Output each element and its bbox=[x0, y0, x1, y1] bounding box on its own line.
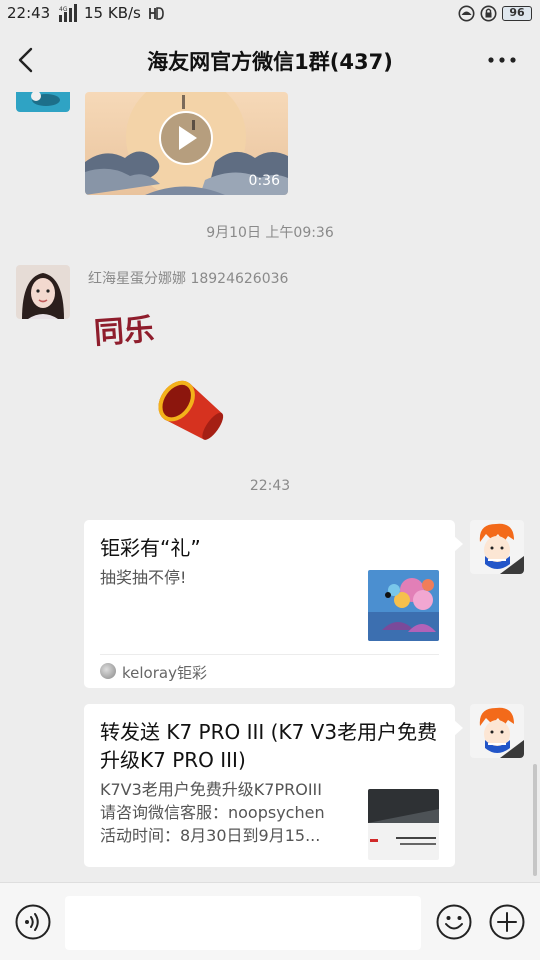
my-avatar[interactable] bbox=[470, 520, 524, 574]
status-bar: 22:43 4G 15 KB/s 96 bbox=[0, 0, 540, 28]
battery-level: 96 bbox=[502, 6, 532, 21]
video-message[interactable]: 0:36 bbox=[85, 92, 288, 195]
avatar-image bbox=[470, 704, 524, 758]
video-duration: 0:36 bbox=[248, 173, 280, 189]
avatar-image bbox=[16, 265, 70, 319]
message-list[interactable]: 0:36 9月10日 上午09:36 红海星蛋分娜娜 18924626036 同… bbox=[0, 92, 540, 882]
card-title: 转发送 K7 PRO III (K7 V3老用户免费升级K7 PRO III) bbox=[100, 720, 438, 772]
sticker-text: 同乐 bbox=[93, 312, 155, 351]
my-avatar[interactable] bbox=[470, 704, 524, 758]
card-thumbnail-image bbox=[368, 789, 439, 860]
status-time: 22:43 bbox=[7, 4, 51, 22]
card-description-line: K7V3老用户免费升级K7PROIII bbox=[100, 780, 322, 799]
bubble-tail bbox=[454, 536, 463, 552]
link-card[interactable]: 钜彩有“礼” 抽奖抽不停! keloray钜彩 bbox=[84, 520, 463, 688]
card-footer: keloray钜彩 bbox=[100, 654, 439, 688]
message-input[interactable] bbox=[65, 896, 421, 950]
sticker-message[interactable]: 同乐 bbox=[88, 296, 248, 456]
voice-input-icon[interactable] bbox=[15, 904, 51, 940]
chat-title: 海友网官方微信1群(437) bbox=[147, 50, 393, 74]
timestamp-separator: 22:43 bbox=[249, 478, 291, 494]
link-card[interactable]: 转发送 K7 PRO III (K7 V3老用户免费升级K7 PRO III) … bbox=[84, 704, 463, 867]
emoji-icon[interactable] bbox=[436, 904, 472, 940]
card-description-line: 活动时间：8月30日到9月15... bbox=[100, 826, 321, 845]
sender-avatar[interactable] bbox=[16, 92, 70, 112]
add-more-icon[interactable] bbox=[489, 904, 525, 940]
svg-text:4G: 4G bbox=[59, 6, 68, 13]
chat-input-bar bbox=[0, 882, 540, 960]
chat-header: 海友网官方微信1群(437) bbox=[0, 28, 540, 92]
more-options-icon[interactable] bbox=[484, 46, 520, 74]
sender-avatar[interactable] bbox=[16, 265, 70, 319]
data-saver-icon bbox=[458, 5, 475, 22]
hd-voice-icon bbox=[149, 7, 164, 20]
card-description-line: 请咨询微信客服：noopsychen bbox=[100, 803, 325, 822]
source-logo-icon bbox=[100, 663, 116, 679]
lock-rotation-icon bbox=[480, 5, 497, 22]
network-speed: 15 KB/s bbox=[84, 4, 141, 22]
avatar-image bbox=[16, 92, 70, 112]
card-thumbnail bbox=[368, 789, 439, 860]
card-description: 抽奖抽不停! bbox=[100, 568, 187, 587]
card-source: keloray钜彩 bbox=[122, 664, 207, 682]
sticker-image: 同乐 bbox=[93, 312, 224, 440]
card-thumbnail-image bbox=[368, 570, 439, 641]
cellular-signal-icon: 4G bbox=[59, 4, 77, 22]
bubble-tail bbox=[454, 720, 463, 736]
sender-name: 红海星蛋分娜娜 18924626036 bbox=[88, 271, 289, 287]
card-title: 钜彩有“礼” bbox=[100, 536, 201, 560]
scrollbar[interactable] bbox=[533, 764, 537, 876]
card-description: K7V3老用户免费升级K7PROIII 请咨询微信客服：noopsychen 活… bbox=[100, 778, 355, 847]
avatar-image bbox=[470, 520, 524, 574]
timestamp-separator: 9月10日 上午09:36 bbox=[206, 225, 334, 241]
card-thumbnail bbox=[368, 570, 439, 641]
